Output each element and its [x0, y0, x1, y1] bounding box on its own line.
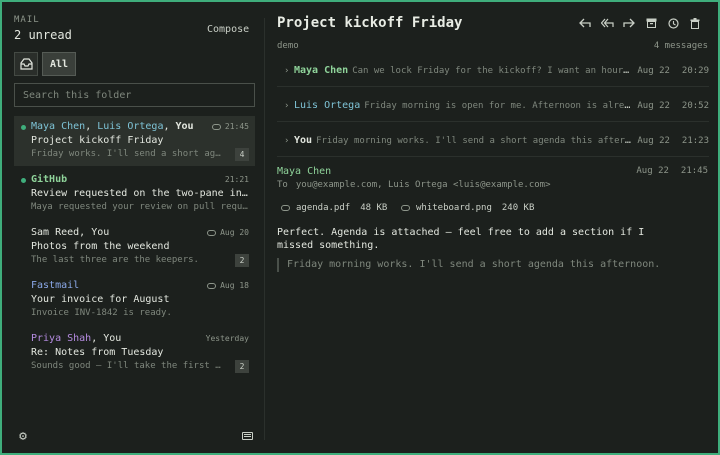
thread-subject: Project kickoff Friday: [31, 135, 164, 146]
chevron-right-icon: ›: [284, 66, 290, 76]
thread-title: Project kickoff Friday: [277, 15, 463, 31]
app-brand: MAIL: [14, 15, 40, 25]
inbox-filter-button[interactable]: [14, 52, 38, 76]
message-summary: Luis Ortega Friday morning is open for me…: [294, 100, 634, 111]
thread-subject: Photos from the weekend: [31, 241, 170, 252]
message-summary: Maya Chen Can we lock Friday for the kick…: [294, 65, 634, 76]
divider: [277, 86, 709, 87]
message-date: Aug 22 20:29: [637, 66, 709, 76]
thread-senders: Fastmail: [31, 280, 80, 291]
sidebar: MAIL 2 unread Compose All Maya Chen, Lui…: [4, 4, 263, 453]
thread-snippet: Maya requested your review on pull reque…: [31, 202, 249, 212]
message-count-badge: 2: [235, 360, 249, 373]
reply-icon[interactable]: [578, 16, 592, 30]
attachment-name: agenda.pdf: [296, 203, 351, 213]
open-message-recipients: To you@example.com, Luis Ortega <luis@exa…: [277, 180, 551, 190]
inbox-icon: [19, 58, 33, 70]
thread-message-count: 4 messages: [653, 41, 708, 51]
attachment-chip[interactable]: agenda.pdf 48 KB: [281, 203, 387, 213]
reading-pane: Project kickoff Friday demo 4 messages ›…: [266, 4, 720, 453]
settings-gear-icon[interactable]: ⚙: [16, 429, 30, 444]
thread-date: Aug 18: [207, 281, 249, 290]
thread-date: 21:45: [211, 122, 249, 131]
attachment-size: 48 KB: [360, 203, 388, 213]
thread-subject: Review requested on the two-pane inbox: [31, 188, 249, 199]
snooze-icon[interactable]: [666, 16, 680, 30]
all-filter-button[interactable]: All: [42, 52, 76, 76]
open-message-date: Aug 22 21:45: [636, 166, 708, 176]
thread-item[interactable]: GitHub 21:21 Review requested on the two…: [14, 169, 255, 219]
paperclip-icon: [207, 229, 217, 236]
paperclip-icon: [401, 205, 410, 211]
thread-date: Yesterday: [205, 334, 249, 343]
thread-label: demo: [277, 41, 299, 51]
quoted-text: Friday morning works. I'll send a short …: [277, 258, 660, 272]
chevron-right-icon: ›: [284, 136, 290, 146]
paperclip-icon: [281, 205, 290, 211]
attachment-chip[interactable]: whiteboard.png 240 KB: [401, 203, 534, 213]
message-summary: You Friday morning works. I'll send a sho…: [294, 135, 634, 146]
message-date: Aug 22 21:23: [637, 136, 709, 146]
compose-button[interactable]: Compose: [207, 24, 249, 35]
message-count-badge: 2: [235, 254, 249, 267]
thread-subject: Your invoice for August: [31, 294, 170, 305]
open-message-sender[interactable]: Maya Chen: [277, 166, 331, 177]
thread-senders: Priya Shah, You: [31, 333, 122, 344]
reply-all-icon[interactable]: [600, 16, 614, 30]
message-count-badge: 4: [235, 148, 249, 161]
pane-divider: [264, 18, 265, 440]
thread-item[interactable]: Maya Chen, Luis Ortega, You 21:45 Projec…: [14, 116, 255, 166]
attachment-size: 240 KB: [501, 203, 535, 213]
unread-dot: [21, 178, 26, 183]
collapsed-message[interactable]: › Maya Chen Can we lock Friday for the ki…: [277, 60, 709, 84]
thread-item[interactable]: Priya Shah, You Yesterday Re: Notes from…: [14, 328, 255, 378]
forward-icon[interactable]: [622, 16, 636, 30]
app-window: MAIL 2 unread Compose All Maya Chen, Lui…: [0, 0, 720, 455]
unread-count: 2 unread: [14, 28, 72, 42]
paperclip-icon: [211, 123, 221, 130]
thread-senders: Sam Reed, You: [31, 227, 110, 238]
thread-item[interactable]: Fastmail Aug 18 Your invoice for August …: [14, 275, 255, 325]
thread-snippet: Invoice INV-1842 is ready.: [31, 308, 172, 318]
thread-snippet: Sounds good — I'll take the first two it…: [31, 361, 221, 371]
thread-snippet: The last three are the keepers.: [31, 255, 199, 265]
thread-date: 21:21: [224, 175, 249, 184]
collapsed-message[interactable]: › You Friday morning works. I'll send a s…: [277, 130, 709, 154]
message-date: Aug 22 20:52: [637, 101, 709, 111]
keyboard-icon[interactable]: [242, 432, 253, 440]
thread-senders: GitHub: [31, 174, 68, 185]
archive-icon[interactable]: [644, 16, 658, 30]
thread-senders: Maya Chen, Luis Ortega, You: [31, 121, 194, 132]
thread-snippet: Friday works. I'll send a short agenda t…: [31, 149, 221, 159]
divider: [277, 121, 709, 122]
message-body: Perfect. Agenda is attached — feel free …: [277, 227, 645, 251]
message-toolbar: [578, 16, 702, 30]
divider: [277, 156, 709, 157]
trash-icon[interactable]: [688, 16, 702, 30]
thread-subject: Re: Notes from Tuesday: [31, 347, 164, 358]
chevron-right-icon: ›: [284, 101, 290, 111]
thread-item[interactable]: Sam Reed, You Aug 20 Photos from the wee…: [14, 222, 255, 272]
paperclip-icon: [207, 282, 217, 289]
unread-dot: [21, 125, 26, 130]
attachment-name: whiteboard.png: [416, 203, 492, 213]
collapsed-message[interactable]: › Luis Ortega Friday morning is open for …: [277, 95, 709, 119]
thread-date: Aug 20: [207, 228, 249, 237]
search-input[interactable]: [14, 83, 255, 107]
